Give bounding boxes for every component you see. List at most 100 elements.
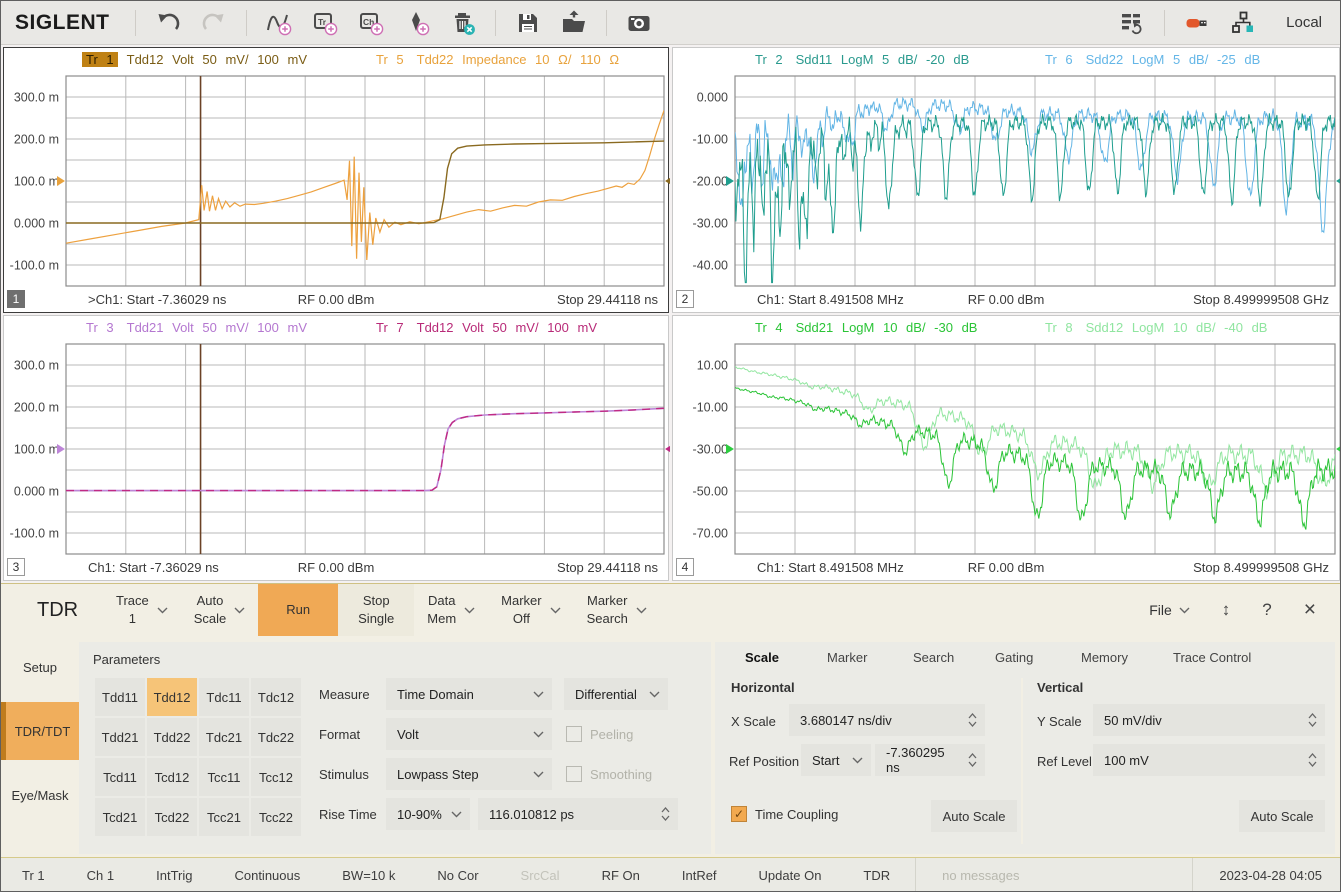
- undo-icon[interactable]: [150, 5, 186, 41]
- data-mem-menu[interactable]: DataMem: [414, 584, 488, 636]
- window-number-badge[interactable]: 3: [7, 558, 25, 576]
- siglent-logo: SIGLENT: [1, 11, 126, 35]
- close-panel-icon[interactable]: ×: [1304, 598, 1316, 622]
- toolbar-separator: [495, 10, 496, 36]
- ref-level-marker-left: [726, 176, 734, 186]
- channel-table-icon[interactable]: [1114, 5, 1150, 41]
- toolbar-separator: [606, 10, 607, 36]
- param-button-tdd12[interactable]: Tdd12: [147, 678, 197, 716]
- sidebar-item-eye-mask[interactable]: Eye/Mask: [1, 772, 79, 818]
- trace-label-tr1[interactable]: Tr 1Tdd12 Volt 50 mV/ 100 mV: [82, 52, 307, 67]
- param-button-tcc21[interactable]: Tcc21: [199, 798, 249, 836]
- svg-text:Tr: Tr: [318, 17, 327, 27]
- format-dropdown[interactable]: Volt: [386, 718, 552, 750]
- marker-off-menu[interactable]: MarkerOff: [488, 584, 573, 636]
- auto-scale-horizontal-button[interactable]: Auto Scale: [931, 800, 1017, 832]
- add-trace-icon[interactable]: Tr: [307, 5, 343, 41]
- tab-gating[interactable]: Gating: [995, 650, 1033, 665]
- trace-label-tr4[interactable]: Tr 4Sdd21 LogM 10 dB/ -30 dB: [751, 320, 977, 335]
- auto-scale-menu[interactable]: AutoScale: [181, 584, 259, 636]
- window-number-badge[interactable]: 2: [676, 290, 694, 308]
- control-panel: TDR Trace1AutoScaleRunStopSingleDataMemM…: [1, 583, 1340, 857]
- trace-label-tr2[interactable]: Tr 2Sdd11 LogM 5 dB/ -20 dB: [751, 52, 969, 67]
- spinner-arrows-icon[interactable]: [968, 753, 977, 767]
- trace-label-tr5[interactable]: Tr 5Tdd22 Impedance 10 Ω/ 110 Ω: [372, 52, 619, 67]
- help-icon[interactable]: ?: [1262, 600, 1271, 620]
- add-marker-icon[interactable]: [399, 5, 435, 41]
- resize-panel-icon[interactable]: ↕: [1222, 600, 1231, 620]
- file-menu[interactable]: File: [1149, 602, 1190, 618]
- spinner-arrows-icon[interactable]: [661, 807, 670, 821]
- y-axis-label: -40.00: [693, 259, 728, 273]
- param-button-tcc22[interactable]: Tcc22: [251, 798, 301, 836]
- param-button-tcd12[interactable]: Tcd12: [147, 758, 197, 796]
- spinner-arrows-icon[interactable]: [968, 713, 977, 727]
- toolbar-separator: [246, 10, 247, 36]
- rise-time-label: Rise Time: [319, 807, 377, 822]
- param-button-tdd22[interactable]: Tdd22: [147, 718, 197, 756]
- sweep-start-label: Ch1: Start -7.36029 ns: [88, 560, 219, 575]
- window-number-badge[interactable]: 1: [7, 290, 25, 308]
- param-button-tcd11[interactable]: Tcd11: [95, 758, 145, 796]
- usb-device-icon[interactable]: [1179, 5, 1215, 41]
- param-button-tcc11[interactable]: Tcc11: [199, 758, 249, 796]
- plot-window-1[interactable]: Tr 1Tdd12 Volt 50 mV/ 100 mV Tr 5Tdd22 Im…: [3, 47, 669, 313]
- trace-label-tr8[interactable]: Tr 8Sdd12 LogM 10 dB/ -40 dB: [1041, 320, 1267, 335]
- ref-level-input[interactable]: 100 mV: [1093, 744, 1325, 776]
- open-file-icon[interactable]: [556, 5, 592, 41]
- trace-label-tr6[interactable]: Tr 6Sdd22 LogM 5 dB/ -25 dB: [1041, 52, 1260, 67]
- window-number-badge[interactable]: 4: [676, 558, 694, 576]
- add-trace-curve-icon[interactable]: [261, 5, 297, 41]
- ref-position-mode-dropdown[interactable]: Start: [801, 744, 871, 776]
- trace-selector[interactable]: Trace1: [103, 584, 181, 636]
- param-button-tdc21[interactable]: Tdc21: [199, 718, 249, 756]
- auto-scale-vertical-button[interactable]: Auto Scale: [1239, 800, 1325, 832]
- param-button-tcd21[interactable]: Tcd21: [95, 798, 145, 836]
- lan-network-icon[interactable]: [1225, 5, 1261, 41]
- y-axis-label: -30.00: [693, 443, 728, 457]
- stimulus-dropdown[interactable]: Lowpass Step: [386, 758, 552, 790]
- param-button-tdc22[interactable]: Tdc22: [251, 718, 301, 756]
- tab-trace-control[interactable]: Trace Control: [1173, 650, 1251, 665]
- rise-time-input[interactable]: 116.010812 ps: [478, 798, 678, 830]
- trace-label-tr7[interactable]: Tr 7Tdd12 Volt 50 mV/ 100 mV: [372, 320, 597, 335]
- tab-search[interactable]: Search: [913, 650, 954, 665]
- y-scale-label: Y Scale: [1037, 714, 1082, 729]
- param-button-tdc11[interactable]: Tdc11: [199, 678, 249, 716]
- ref-level-marker-right: [1336, 176, 1341, 186]
- param-button-tcd22[interactable]: Tcd22: [147, 798, 197, 836]
- param-button-tcc12[interactable]: Tcc12: [251, 758, 301, 796]
- sweep-start-label: Ch1: Start 8.491508 MHz: [757, 292, 904, 307]
- save-file-icon[interactable]: [510, 5, 546, 41]
- format-label: Format: [319, 727, 377, 742]
- run-button[interactable]: Run: [258, 584, 338, 636]
- time-coupling-checkbox[interactable]: ✓ Time Coupling: [731, 806, 838, 822]
- x-scale-input[interactable]: 3.680147 ns/div: [789, 704, 985, 736]
- measure-mode-dropdown[interactable]: Differential: [564, 678, 668, 710]
- param-button-tdc12[interactable]: Tdc12: [251, 678, 301, 716]
- delete-trace-icon[interactable]: [445, 5, 481, 41]
- rise-time-range-dropdown[interactable]: 10-90%: [386, 798, 470, 830]
- trace-label-tr3[interactable]: Tr 3Tdd21 Volt 50 mV/ 100 mV: [82, 320, 307, 335]
- tab-memory[interactable]: Memory: [1081, 650, 1128, 665]
- param-button-tdd11[interactable]: Tdd11: [95, 678, 145, 716]
- spinner-arrows-icon[interactable]: [1308, 753, 1317, 767]
- plot-window-2[interactable]: Tr 2Sdd11 LogM 5 dB/ -20 dB Tr 6Sdd22 Log…: [672, 47, 1340, 313]
- tab-marker[interactable]: Marker: [827, 650, 867, 665]
- trace-measurement-text: Tdd22 Impedance 10 Ω/ 110 Ω: [417, 52, 619, 67]
- sidebar-item-tdr-tdt[interactable]: TDR/TDT: [1, 702, 79, 760]
- trace-measurement-text: Sdd22 LogM 5 dB/ -25 dB: [1086, 52, 1261, 67]
- marker-search-menu[interactable]: MarkerSearch: [574, 584, 660, 636]
- tab-scale[interactable]: Scale: [745, 650, 779, 665]
- stop-single-button[interactable]: StopSingle: [338, 584, 414, 636]
- plot-window-4[interactable]: Tr 4Sdd21 LogM 10 dB/ -30 dB Tr 8Sdd12 Lo…: [672, 315, 1340, 581]
- screenshot-icon[interactable]: [621, 5, 657, 41]
- ref-position-input[interactable]: -7.360295 ns: [875, 744, 985, 776]
- plot-window-3[interactable]: Tr 3Tdd21 Volt 50 mV/ 100 mV Tr 7Tdd12 Vo…: [3, 315, 669, 581]
- measure-type-dropdown[interactable]: Time Domain: [386, 678, 552, 710]
- y-scale-input[interactable]: 50 mV/div: [1093, 704, 1325, 736]
- spinner-arrows-icon[interactable]: [1308, 713, 1317, 727]
- sidebar-item-setup[interactable]: Setup: [1, 644, 79, 690]
- param-button-tdd21[interactable]: Tdd21: [95, 718, 145, 756]
- add-channel-icon[interactable]: Ch: [353, 5, 389, 41]
